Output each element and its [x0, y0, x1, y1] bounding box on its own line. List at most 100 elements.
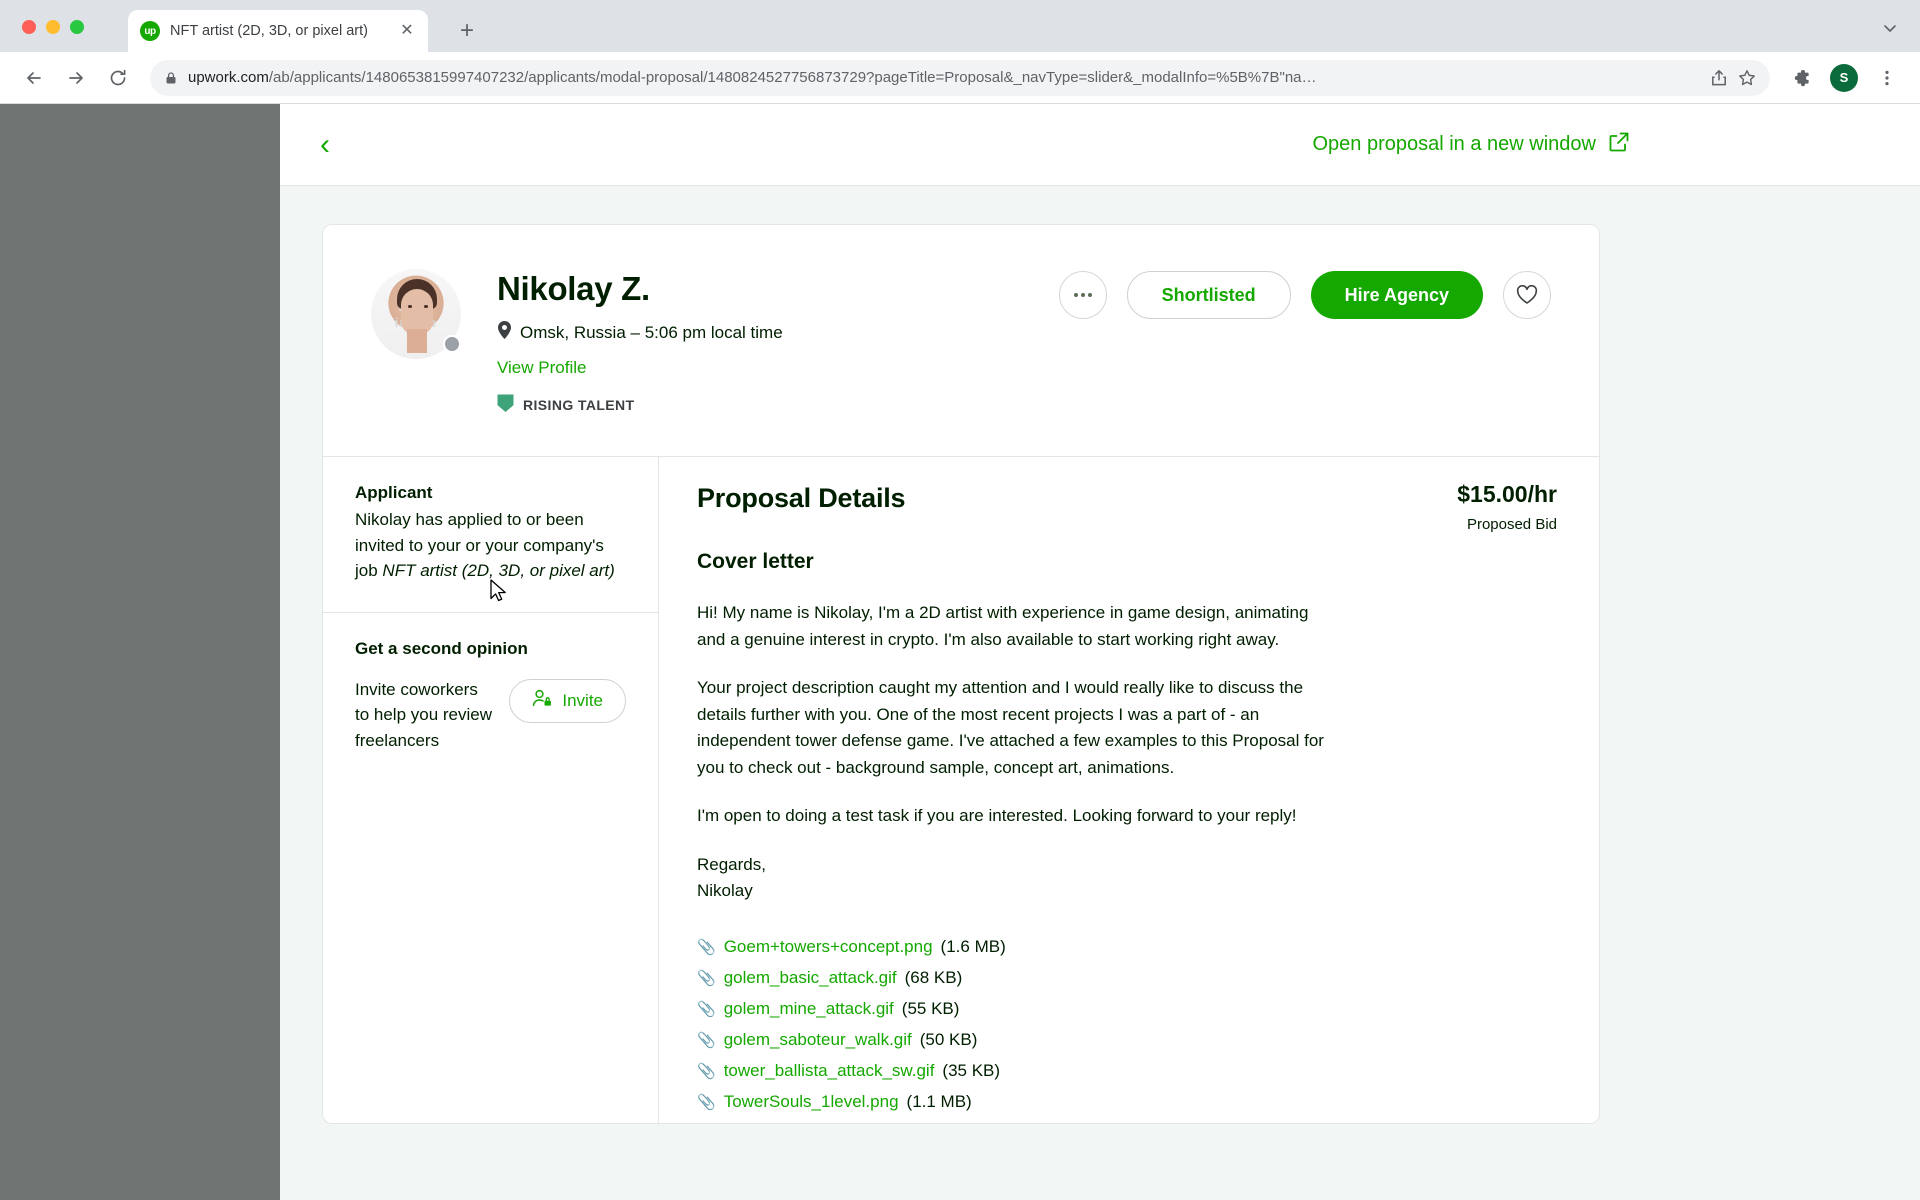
window-controls [22, 20, 84, 34]
forward-icon[interactable] [58, 60, 94, 96]
profile-avatar[interactable]: S [1830, 63, 1858, 92]
share-icon[interactable] [1710, 69, 1728, 87]
cover-letter-signature: Nikolay [697, 881, 753, 901]
close-window-button[interactable] [22, 20, 36, 34]
favorite-heart-button[interactable] [1503, 271, 1551, 319]
proposal-slider-panel: ‹ Open proposal in a new window themosti… [280, 104, 1920, 1200]
proposal-details: Proposal Details $15.00/hr Proposed Bid … [659, 457, 1599, 1123]
proposed-bid: $15.00/hr Proposed Bid [1457, 481, 1557, 533]
attachment-item[interactable]: 📎 golem_basic_attack.gif (68 KB) [697, 968, 1557, 988]
attachment-name[interactable]: Goem+towers+concept.png [724, 937, 933, 957]
attachment-item[interactable]: 📎 Goem+towers+concept.png (1.6 MB) [697, 937, 1557, 957]
attachment-name[interactable]: golem_saboteur_walk.gif [724, 1030, 912, 1050]
maximize-window-button[interactable] [70, 20, 84, 34]
proposal-body: Applicant Nikolay has applied to or been… [323, 457, 1599, 1123]
extensions-puzzle-icon[interactable] [1784, 61, 1818, 95]
invite-label: Invite [562, 690, 603, 710]
paperclip-icon: 📎 [697, 938, 716, 956]
attachment-item[interactable]: 📎 tower_ballista_attack_sw.gif (35 KB) [697, 1061, 1557, 1081]
status-badge: RISING TALENT [497, 394, 783, 416]
reload-icon[interactable] [100, 60, 136, 96]
applicant-job-title: NFT artist (2D, 3D, or pixel art) [382, 561, 615, 581]
paperclip-icon: 📎 [697, 1062, 716, 1080]
freelancer-profile-header: themostimage Nikolay Z. [323, 225, 1599, 458]
proposal-sidebar: Applicant Nikolay has applied to or been… [323, 457, 659, 1123]
paperclip-icon: 📎 [697, 1000, 716, 1018]
lock-icon [164, 71, 178, 85]
second-opinion-row: Invite coworkers to help you review free… [355, 677, 626, 754]
freelancer-name: Nikolay Z. [497, 270, 650, 307]
attachment-size: (55 KB) [901, 998, 960, 1018]
back-icon[interactable] [16, 60, 52, 96]
attachments-list: 📎 Goem+towers+concept.png (1.6 MB) 📎 gol… [697, 937, 1557, 1112]
browser-menu-icon[interactable] [1870, 61, 1904, 95]
freelancer-location: Omsk, Russia – 5:06 pm local time [497, 321, 783, 344]
open-proposal-label: Open proposal in a new window [1312, 133, 1596, 155]
avatar-eye-right [424, 305, 428, 308]
cover-letter-signoff: Regards, [697, 854, 766, 874]
bid-label: Proposed Bid [1466, 516, 1557, 534]
applicant-description: Nikolay has applied to or been invited t… [355, 507, 626, 584]
browser-toolbar: upwork.com/ab/applicants/148065381599740… [0, 52, 1920, 104]
attachment-size: (50 KB) [919, 1029, 978, 1049]
location-pin-icon [497, 321, 512, 344]
shield-icon [497, 394, 514, 416]
attachment-item[interactable]: 📎 golem_mine_attack.gif (55 KB) [697, 999, 1557, 1019]
back-button[interactable]: ‹ [320, 129, 330, 160]
bid-amount: $15.00/hr [1457, 481, 1557, 508]
page-viewport: ‹ Open proposal in a new window themosti… [0, 104, 1920, 1200]
attachment-size: (35 KB) [942, 1060, 1001, 1080]
paperclip-icon: 📎 [697, 1031, 716, 1049]
attachment-item[interactable]: 📎 golem_saboteur_walk.gif (50 KB) [697, 1030, 1557, 1050]
attachment-name[interactable]: TowerSouls_1level.png [724, 1092, 899, 1112]
new-tab-button[interactable]: + [460, 19, 474, 43]
page-title: Proposal Details [697, 483, 906, 514]
browser-tab-strip: up NFT artist (2D, 3D, or pixel art) ✕ + [0, 0, 1920, 52]
second-opinion-section: Get a second opinion Invite coworkers to… [323, 611, 658, 782]
attachment-name[interactable]: golem_basic_attack.gif [724, 968, 897, 988]
chevron-down-icon[interactable] [1882, 20, 1898, 41]
add-user-icon [532, 689, 552, 712]
cover-letter-body: Hi! My name is Nikolay, I'm a 2D artist … [697, 600, 1557, 905]
cover-letter-paragraph: Hi! My name is Nikolay, I'm a 2D artist … [697, 603, 1309, 649]
more-options-button[interactable] [1058, 271, 1107, 319]
tab-title: NFT artist (2D, 3D, or pixel art) [170, 23, 368, 39]
url-host: upwork.com [188, 69, 269, 86]
minimize-window-button[interactable] [46, 20, 60, 34]
attachment-size: (68 KB) [904, 967, 963, 987]
second-opinion-text: Invite coworkers to help you review free… [355, 679, 493, 750]
modal-backdrop[interactable] [0, 104, 280, 1200]
upwork-favicon: up [140, 21, 160, 41]
avatar-neck [407, 329, 427, 353]
cover-letter-paragraph: Your project description caught my atten… [697, 678, 1324, 777]
profile-actions: Shortlisted Hire Agency [1058, 271, 1551, 319]
address-bar[interactable]: upwork.com/ab/applicants/148065381599740… [150, 59, 1770, 96]
close-tab-icon[interactable]: ✕ [398, 23, 416, 39]
open-proposal-new-window-link[interactable]: Open proposal in a new window [1312, 131, 1630, 159]
view-profile-link[interactable]: View Profile [497, 358, 783, 378]
proposal-card: themostimage Nikolay Z. [322, 224, 1600, 1124]
invite-button[interactable]: Invite [509, 678, 626, 723]
url-text: upwork.com/ab/applicants/148065381599740… [188, 69, 1700, 86]
cover-letter-paragraph: I'm open to doing a test task if you are… [697, 806, 1297, 826]
browser-tab[interactable]: up NFT artist (2D, 3D, or pixel art) ✕ [128, 10, 428, 52]
location-text: Omsk, Russia – 5:06 pm local time [520, 322, 783, 342]
second-opinion-heading: Get a second opinion [355, 638, 528, 658]
attachment-size: (1.1 MB) [906, 1091, 972, 1111]
bookmark-star-icon[interactable] [1738, 69, 1756, 87]
paperclip-icon: 📎 [697, 1093, 716, 1111]
cover-letter-heading: Cover letter [697, 550, 814, 574]
attachment-name[interactable]: tower_ballista_attack_sw.gif [724, 1061, 935, 1081]
url-path: /ab/applicants/1480653815997407232/appli… [268, 69, 1317, 86]
attachment-size: (1.6 MB) [940, 936, 1006, 956]
slider-content: themostimage Nikolay Z. [280, 186, 1920, 1200]
profile-info: Nikolay Z. Omsk, Russia – 5:06 pm local … [497, 269, 783, 416]
hire-agency-button[interactable]: Hire Agency [1310, 271, 1483, 319]
avatar: themostimage [371, 269, 461, 359]
attachment-item[interactable]: 📎 TowerSouls_1level.png (1.1 MB) [697, 1092, 1557, 1112]
shortlisted-button[interactable]: Shortlisted [1126, 271, 1291, 319]
online-status-indicator [443, 335, 461, 353]
attachment-name[interactable]: golem_mine_attack.gif [724, 999, 894, 1019]
badge-label: RISING TALENT [523, 397, 635, 414]
external-link-icon [1608, 131, 1630, 159]
